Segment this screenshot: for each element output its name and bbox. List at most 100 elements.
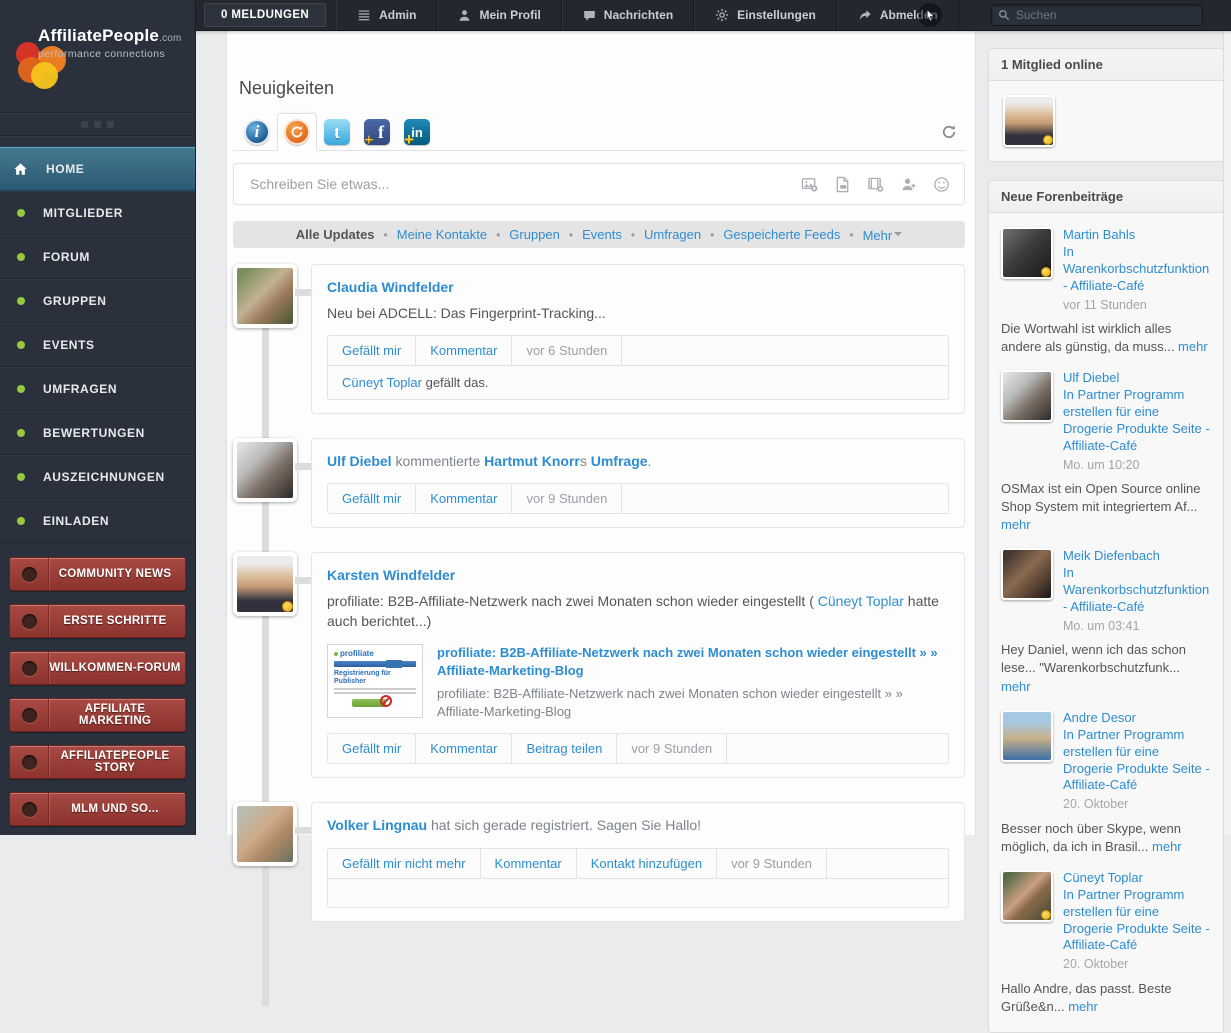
action-kommentar[interactable]: Kommentar	[416, 484, 512, 513]
action-kommentar[interactable]: Kommentar	[481, 849, 577, 878]
add-video-icon[interactable]	[867, 176, 884, 193]
forum-post-more-link[interactable]: mehr	[1178, 339, 1208, 354]
forum-post-excerpt: Die Wortwahl ist wirklich alles andere a…	[1001, 320, 1211, 356]
filter-gruppen[interactable]: Gruppen	[509, 227, 560, 242]
sidebar-item-gruppen[interactable]: GRUPPEN	[0, 279, 195, 323]
linkedin-add-tab-icon: in+	[404, 119, 430, 145]
forum-button-affiliatepeople-story[interactable]: AFFILIATEPEOPLE STORY	[9, 745, 186, 779]
person-link[interactable]: Claudia Windfelder	[327, 279, 454, 295]
forum-button-community-news[interactable]: COMMUNITY NEWS	[9, 557, 186, 591]
person-link[interactable]: Umfrage	[591, 453, 648, 469]
topbar-item-admin[interactable]: Admin	[336, 0, 437, 30]
notifications-button[interactable]: 0 MELDUNGEN	[204, 3, 326, 27]
forum-button-erste-schritte[interactable]: ERSTE SCHRITTE	[9, 604, 186, 638]
tab-twitter-tab[interactable]: t	[317, 113, 357, 151]
action-kontakt-hinzuf-gen[interactable]: Kontakt hinzufügen	[577, 849, 717, 878]
forum-post-topic[interactable]: In Partner Programm erstellen für eine D…	[1063, 387, 1210, 453]
likes-row: Cüneyt Toplar gefällt das.	[328, 365, 948, 399]
action-beitrag-teilen[interactable]: Beitrag teilen	[512, 734, 617, 763]
filter-mehr-dropdown[interactable]: Mehr	[863, 227, 903, 243]
filter-alle-updates[interactable]: Alle Updates	[296, 227, 375, 242]
forum-post-more-link[interactable]: mehr	[1001, 517, 1031, 532]
sidebar-item-umfragen[interactable]: UMFRAGEN	[0, 367, 195, 411]
tab-info-tab[interactable]: i	[237, 113, 277, 151]
link-preview-title[interactable]: profiliate: B2B-Affiliate-Netzwerk nach …	[437, 644, 949, 680]
green-bullet-icon	[17, 473, 25, 481]
filter-gespeicherte-feeds[interactable]: Gespeicherte Feeds	[723, 227, 840, 242]
avatar-cueneyt-toplar[interactable]	[1001, 870, 1053, 922]
avatar-martin-bahls[interactable]	[1001, 227, 1053, 279]
search-input[interactable]	[991, 4, 1203, 26]
forum-post-author[interactable]: Ulf Diebel	[1063, 370, 1211, 387]
filter-events[interactable]: Events	[582, 227, 622, 242]
action-gef-llt-mir-nicht-mehr[interactable]: Gefällt mir nicht mehr	[328, 849, 481, 878]
forum-post-topic[interactable]: In Partner Programm erstellen für eine D…	[1063, 887, 1210, 953]
logo-tagline: performance connections	[38, 48, 188, 60]
sidebar-item-home[interactable]: HOME	[0, 146, 195, 191]
attach-file-icon[interactable]	[834, 176, 851, 193]
forum-post-topic[interactable]: In Warenkorbschutzfunktion - Affiliate-C…	[1063, 565, 1209, 614]
forum-post-more-link[interactable]: mehr	[1068, 999, 1098, 1014]
sidebar-item-mitglieder[interactable]: MITGLIEDER	[0, 191, 195, 235]
avatar-ulf-diebel[interactable]	[1001, 370, 1053, 422]
sidebar-item-einladen[interactable]: EINLADEN	[0, 499, 195, 543]
timestamp: vor 9 Stunden	[617, 734, 727, 763]
forum-post-author[interactable]: Andre Desor	[1063, 710, 1211, 727]
topbar-item-nachrichten[interactable]: Nachrichten	[562, 0, 694, 30]
forum-post-author[interactable]: Martin Bahls	[1063, 227, 1211, 244]
logo-title: AffiliatePeople.com	[38, 26, 188, 46]
avatar-meik-diefenbach[interactable]	[1001, 548, 1053, 600]
avatar-claudia-windfelder[interactable]	[233, 264, 297, 328]
sidebar-item-auszeichnungen[interactable]: AUSZEICHNUNGEN	[0, 455, 195, 499]
refresh-feed-icon[interactable]	[941, 124, 957, 140]
filter-meine-kontakte[interactable]: Meine Kontakte	[397, 227, 487, 242]
compose-input[interactable]	[248, 175, 801, 193]
forum-post-author[interactable]: Cüneyt Toplar	[1063, 870, 1211, 887]
topbar-item-einstellungen[interactable]: Einstellungen	[694, 0, 837, 30]
avatar-andre-desor[interactable]	[1001, 710, 1053, 762]
sidebar-item-bewertungen[interactable]: BEWERTUNGEN	[0, 411, 195, 455]
tab-facebook-add-tab[interactable]: f+	[357, 113, 397, 151]
avatar-volker-lingnau[interactable]	[233, 802, 297, 866]
link-preview-thumbnail[interactable]: profiliateRegistrierung für Publisher	[327, 644, 423, 718]
add-image-icon[interactable]	[801, 176, 818, 193]
person-link[interactable]: Volker Lingnau	[327, 817, 427, 833]
tab-stream-refresh-tab[interactable]	[277, 113, 317, 151]
app-logo[interactable]: AffiliatePeople.com performance connecti…	[0, 0, 195, 113]
action-kommentar[interactable]: Kommentar	[416, 734, 512, 763]
forum-button-affiliate-marketing[interactable]: AFFILIATE MARKETING	[9, 698, 186, 732]
forum-post-more-link[interactable]: mehr	[1152, 839, 1182, 854]
sidebar-item-forum[interactable]: FORUM	[0, 235, 195, 279]
forum-post-author[interactable]: Meik Diefenbach	[1063, 548, 1211, 565]
tab-linkedin-add-tab[interactable]: in+	[397, 113, 437, 151]
topbar-item-label: Nachrichten	[604, 8, 673, 22]
action-gef-llt-mir[interactable]: Gefällt mir	[328, 484, 416, 513]
topbar-item-abmelden[interactable]: Abmelden	[837, 0, 959, 30]
sidebar-nav: HOMEMITGLIEDERFORUMGRUPPENEVENTSUMFRAGEN…	[0, 146, 195, 543]
topbar-item-mein-profil[interactable]: Mein Profil	[437, 0, 561, 30]
forum-post-topic[interactable]: In Warenkorbschutzfunktion - Affiliate-C…	[1063, 244, 1209, 293]
person-link[interactable]: Cüneyt Toplar	[342, 375, 422, 390]
forum-post-topic[interactable]: In Partner Programm erstellen für eine D…	[1063, 727, 1210, 793]
action-gef-llt-mir[interactable]: Gefällt mir	[328, 734, 416, 763]
scrollbar-track[interactable]	[1223, 30, 1231, 835]
sidebar-item-events[interactable]: EVENTS	[0, 323, 195, 367]
person-link[interactable]: Cüneyt Toplar	[818, 593, 904, 609]
action-gef-llt-mir[interactable]: Gefällt mir	[328, 336, 416, 365]
tag-contact-icon[interactable]	[900, 176, 917, 193]
forum-button-mlm-und-so[interactable]: MLM UND SO...	[9, 792, 186, 826]
emoticon-icon[interactable]	[933, 176, 950, 193]
text-segment: s	[580, 453, 591, 469]
action-kommentar[interactable]: Kommentar	[416, 336, 512, 365]
avatar-karsten-windfelder[interactable]	[233, 552, 297, 616]
avatar-ulf-diebel[interactable]	[233, 438, 297, 502]
person-link[interactable]: Hartmut Knorr	[484, 453, 580, 469]
filter-umfragen[interactable]: Umfragen	[644, 227, 701, 242]
person-link[interactable]: Ulf Diebel	[327, 453, 392, 469]
text-segment: gefällt das.	[422, 375, 489, 390]
person-link[interactable]: Karsten Windfelder	[327, 567, 455, 583]
info-tab-icon: i	[244, 119, 270, 145]
forum-post-more-link[interactable]: mehr	[1001, 679, 1031, 694]
online-member-avatar[interactable]	[1003, 95, 1055, 147]
forum-button-willkommen-forum[interactable]: WILLKOMMEN-FORUM	[9, 651, 186, 685]
